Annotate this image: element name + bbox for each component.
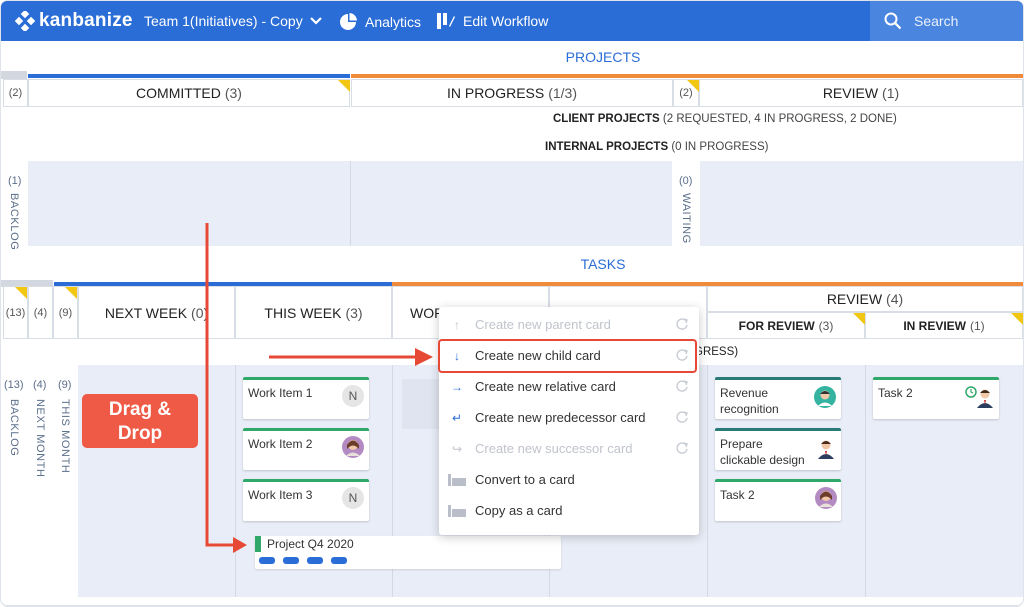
kanban-app: kanbanize Team 1(Initiatives) - Copy Ana… xyxy=(1,1,1023,605)
refresh-icon xyxy=(676,411,688,423)
menu-item-create-predecessor[interactable]: ↵ Create new predecessor card xyxy=(439,402,699,433)
successor-icon: ↪ xyxy=(451,441,463,456)
menu-item-create-relative[interactable]: → Create new relative card xyxy=(439,371,699,402)
menu-item-label: Create new successor card xyxy=(475,441,633,456)
convert-icon xyxy=(439,473,475,486)
return-icon: ↵ xyxy=(451,410,463,425)
menu-item-convert-to-card[interactable]: Convert to a card xyxy=(439,464,699,495)
menu-item-create-parent[interactable]: ↑ Create new parent card xyxy=(439,309,699,340)
arrow-up-icon: ↑ xyxy=(454,317,460,332)
copy-icon xyxy=(439,504,475,517)
menu-item-label: Create new parent card xyxy=(475,317,611,332)
refresh-icon xyxy=(676,442,688,454)
menu-item-label: Create new relative card xyxy=(475,379,616,394)
callout-line-2: Drop xyxy=(117,423,163,444)
menu-item-label: Create new predecessor card xyxy=(475,410,646,425)
drag-drop-callout: Drag & Drop xyxy=(82,394,198,448)
refresh-icon xyxy=(676,380,688,392)
menu-item-label: Convert to a card xyxy=(475,472,575,487)
window-frame: kanbanize Team 1(Initiatives) - Copy Ana… xyxy=(0,0,1024,607)
callout-line-1: Drag & xyxy=(108,399,172,420)
menu-item-label: Copy as a card xyxy=(475,503,563,518)
menu-item-copy-as-card[interactable]: Copy as a card xyxy=(439,495,699,526)
highlight-box xyxy=(438,339,697,373)
menu-item-create-successor[interactable]: ↪ Create new successor card xyxy=(439,433,699,464)
arrow-right-icon: → xyxy=(451,379,463,394)
refresh-icon xyxy=(676,318,688,330)
